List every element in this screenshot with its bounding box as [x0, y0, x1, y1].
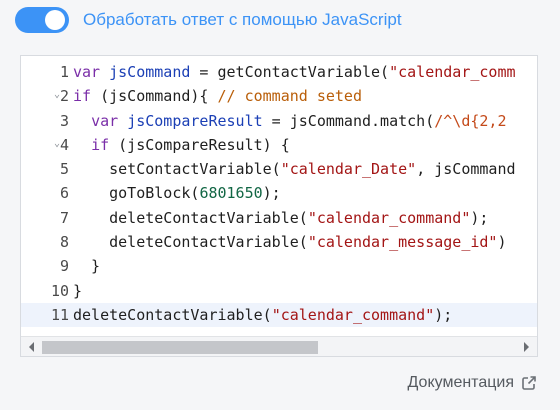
token-plain: );: [262, 184, 281, 203]
line-gutter: 5: [21, 157, 71, 181]
token-keyword: var: [91, 111, 119, 130]
horizontal-scrollbar[interactable]: [21, 336, 537, 356]
token-plain: setContactVariable(: [73, 160, 281, 179]
code-line-11[interactable]: 11 deleteContactVariable("calendar_comma…: [21, 302, 537, 328]
code-text: deleteContactVariable("calendar_message_…: [73, 230, 507, 254]
toggle-label[interactable]: Обработать ответ с помощью JavaScript: [83, 10, 402, 30]
scroll-left-arrow-icon[interactable]: [29, 342, 34, 352]
documentation-link-label[interactable]: Документация: [408, 374, 514, 392]
token-plain: (jsCompareResult) {: [109, 135, 290, 154]
token-variable: jsCommand: [109, 63, 191, 81]
token-keyword: if: [91, 135, 110, 154]
line-number: 3: [59, 111, 69, 130]
javascript-toggle-switch[interactable]: [15, 7, 69, 33]
code-text: var jsCommand = getContactVariable("cale…: [73, 60, 516, 84]
line-gutter: 3: [21, 109, 71, 133]
code-line-2[interactable]: 2 ⌄ if (jsCommand){ // command seted: [21, 84, 537, 108]
toggle-knob: [45, 10, 65, 30]
code-line-5[interactable]: 5 setContactVariable("calendar_Date", js…: [21, 157, 537, 181]
line-number: 9: [59, 257, 69, 276]
token-plain: deleteContactVariable(: [73, 233, 308, 252]
token-string: "calendar_command": [271, 305, 435, 324]
code-line-1[interactable]: 1 var jsCommand = getContactVariable("ca…: [21, 60, 537, 84]
token-keyword: var: [73, 63, 101, 81]
fold-chevron-icon[interactable]: ⌄: [54, 138, 60, 149]
documentation-link[interactable]: Документация: [408, 374, 537, 392]
line-number: 8: [59, 233, 69, 252]
code-text: if (jsCompareResult) {: [73, 133, 290, 157]
token-comment: // command seted: [217, 87, 363, 106]
code-editor[interactable]: 1 var jsCommand = getContactVariable("ca…: [20, 55, 538, 357]
token-plain: , jsCommand: [416, 160, 516, 179]
token-plain: deleteContactVariable(: [73, 208, 308, 227]
code-text: deleteContactVariable("calendar_command"…: [73, 206, 488, 230]
line-gutter: 6: [21, 181, 71, 205]
fold-chevron-icon[interactable]: ⌄: [54, 90, 60, 100]
token-plain: goToBlock(: [73, 184, 200, 203]
token-plain: ): [497, 233, 507, 252]
code-text: }: [73, 257, 101, 276]
line-number: 10: [50, 281, 69, 300]
token-plain: );: [434, 305, 453, 324]
code-text: setContactVariable("calendar_Date", jsCo…: [73, 157, 516, 181]
code-lines: 1 var jsCommand = getContactVariable("ca…: [21, 60, 537, 328]
code-line-3[interactable]: 3 var jsCompareResult = jsCommand.match(…: [21, 109, 537, 133]
code-text: }: [73, 281, 83, 300]
scroll-right-arrow-icon[interactable]: [524, 342, 529, 352]
code-line-7[interactable]: 7 deleteContactVariable("calendar_comman…: [21, 206, 537, 230]
code-text: var jsCompareResult = jsCommand.match(/^…: [73, 109, 507, 133]
code-text: if (jsCommand){ // command seted: [73, 84, 362, 108]
code-line-4[interactable]: 4 ⌄ if (jsCompareResult) {: [21, 133, 537, 157]
token-regex: /^\d{2,2: [434, 111, 507, 130]
token-variable: jsCompareResult: [127, 111, 263, 130]
token-plain: );: [470, 208, 489, 227]
token-plain: deleteContactVariable(: [73, 305, 272, 324]
code-text: goToBlock(6801650);: [73, 181, 281, 205]
line-gutter: 2 ⌄: [21, 84, 71, 108]
token-string: "calendar_command": [307, 208, 471, 227]
line-gutter: 4 ⌄: [21, 133, 71, 157]
line-gutter: 1: [21, 60, 71, 84]
code-text: deleteContactVariable("calendar_command"…: [73, 303, 452, 327]
code-line-8[interactable]: 8 deleteContactVariable("calendar_messag…: [21, 230, 537, 254]
token-number: 6801650: [199, 184, 263, 203]
external-link-icon: [522, 376, 536, 390]
token-string: "calendar_message_id": [307, 233, 498, 252]
code-line-6[interactable]: 6 goToBlock(6801650);: [21, 181, 537, 205]
token-plain: = getContactVariable(: [190, 63, 390, 81]
code-line-10[interactable]: 10 }: [21, 279, 537, 303]
line-gutter: 7: [21, 206, 71, 230]
line-number: 1: [59, 63, 69, 81]
line-number: 11: [50, 305, 69, 324]
line-gutter: 11: [21, 303, 71, 327]
scrollbar-thumb[interactable]: [42, 341, 318, 354]
line-number: 6: [59, 184, 69, 203]
line-gutter: 9: [21, 254, 71, 278]
token-keyword: if: [73, 87, 92, 106]
line-number: 7: [59, 208, 69, 227]
token-string: "calendar_comm: [389, 63, 516, 81]
javascript-toggle-row: Обработать ответ с помощью JavaScript: [15, 6, 402, 34]
token-plain: = jsCommand.match(: [262, 111, 435, 130]
line-gutter: 10: [21, 279, 71, 303]
line-number: 5: [59, 160, 69, 179]
token-plain: (jsCommand){: [91, 87, 218, 106]
token-string: "calendar_Date": [280, 160, 417, 179]
code-line-9[interactable]: 9 }: [21, 254, 537, 278]
line-gutter: 8: [21, 230, 71, 254]
